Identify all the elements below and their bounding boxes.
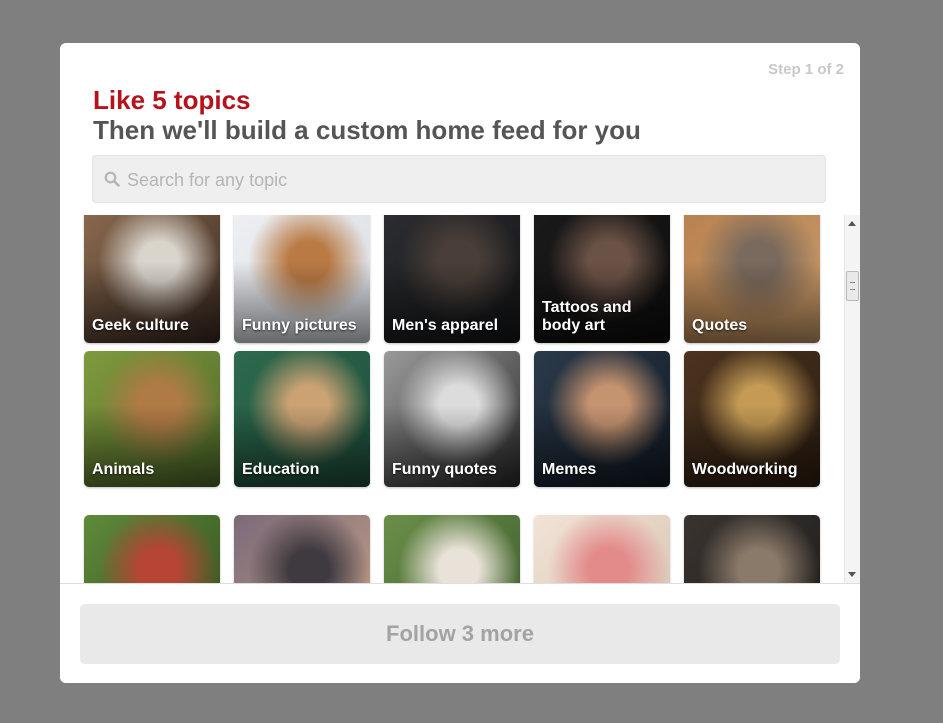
step-indicator: Step 1 of 2 [768,61,844,78]
search-input[interactable] [125,156,819,204]
topic-tile[interactable]: Funny quotes [384,351,520,487]
search-box[interactable] [92,155,826,204]
topic-label: Geek culture [92,317,189,334]
topic-label: Animals [92,461,155,478]
topic-tile[interactable] [534,515,670,583]
topic-tile[interactable]: Geek culture [84,215,220,343]
follow-more-button[interactable]: Follow 3 more [80,604,840,664]
topic-tile[interactable]: Quotes [684,215,820,343]
topic-label: Funny quotes [392,461,497,478]
topic-tile[interactable] [384,515,520,583]
topic-tile[interactable]: Education [234,351,370,487]
topic-tile[interactable] [684,515,820,583]
topics-scroll-area[interactable]: Geek culture Funny pictures Men's apparel T… [60,215,860,583]
scrollbar[interactable] [844,215,860,583]
topic-tile[interactable]: Funny pictures [234,215,370,343]
topic-tile[interactable]: Tattoos and body art [534,215,670,343]
topic-tile[interactable] [234,515,370,583]
topic-label: Tattoos and body art [542,299,632,334]
topic-label: Funny pictures [242,317,357,334]
topic-label: Memes [542,461,597,478]
page-subtitle: Then we'll build a custom home feed for … [93,115,641,145]
topic-picker-modal: Step 1 of 2 Like 5 topics Then we'll bui… [60,43,860,683]
search-icon [104,171,120,187]
page-title: Like 5 topics [93,85,251,115]
topic-tile[interactable]: Woodworking [684,351,820,487]
topic-label: Woodworking [692,461,798,478]
topic-label: Quotes [692,317,748,334]
scroll-down-arrow-icon[interactable] [848,572,856,577]
scroll-up-arrow-icon[interactable] [848,221,856,226]
topic-label: Education [242,461,320,478]
topic-label: Men's apparel [392,317,499,334]
scrollbar-thumb[interactable] [846,271,859,301]
topic-tile[interactable]: Memes [534,351,670,487]
topic-tile[interactable] [84,515,220,583]
topic-tile[interactable]: Men's apparel [384,215,520,343]
topic-tile[interactable]: Animals [84,351,220,487]
footer: Follow 3 more [60,583,860,683]
